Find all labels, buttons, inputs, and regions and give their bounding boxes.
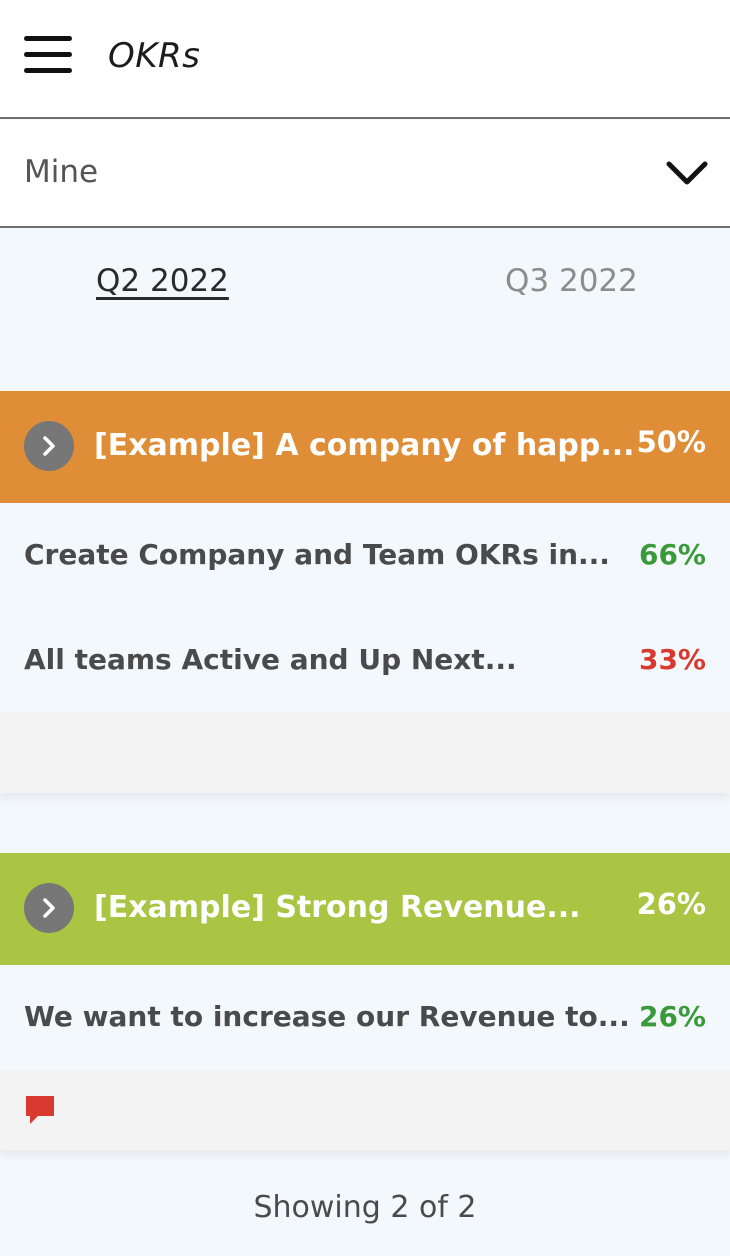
- chevron-right-icon: [43, 898, 55, 918]
- results-count: Showing 2 of 2: [253, 1190, 477, 1225]
- quarter-tabs: Q2 2022 Q3 2022: [0, 229, 730, 339]
- objective-progress: 26%: [636, 887, 706, 921]
- filter-selected-value: Mine: [24, 154, 99, 190]
- objective-title: [Example] Strong Revenue...: [94, 890, 581, 925]
- tab-q2-2022[interactable]: Q2 2022: [96, 263, 229, 299]
- key-result-progress: 33%: [638, 643, 706, 676]
- expand-toggle-button[interactable]: [24, 883, 74, 933]
- key-result-progress: 66%: [638, 538, 706, 571]
- key-result-row[interactable]: Create Company and Team OKRs in... 66%: [0, 503, 730, 608]
- page-title: OKRs: [108, 36, 201, 76]
- expand-toggle-button[interactable]: [24, 421, 74, 471]
- chevron-right-icon: [43, 436, 55, 456]
- key-result-title: We want to increase our Revenue to...: [24, 1000, 630, 1033]
- comment-icon[interactable]: [24, 1094, 56, 1126]
- objective-row[interactable]: [Example] Strong Revenue... 26%: [0, 853, 730, 965]
- key-result-title: All teams Active and Up Next...: [24, 643, 517, 676]
- objective-row[interactable]: [Example] A company of happ... 50%: [0, 391, 730, 503]
- app-header: OKRs: [0, 0, 730, 119]
- hamburger-menu-icon[interactable]: [24, 36, 72, 76]
- owner-filter-dropdown[interactable]: Mine: [0, 120, 730, 228]
- objective-title: [Example] A company of happ...: [94, 428, 635, 463]
- tab-q3-2022[interactable]: Q3 2022: [505, 263, 638, 299]
- chevron-down-icon[interactable]: [664, 158, 710, 188]
- key-result-title: Create Company and Team OKRs in...: [24, 538, 610, 571]
- objective-footer: [0, 713, 730, 793]
- objective-progress: 50%: [636, 425, 706, 459]
- key-result-progress: 26%: [638, 1000, 706, 1033]
- key-result-row[interactable]: All teams Active and Up Next... 33%: [0, 608, 730, 713]
- objective-footer: [0, 1070, 730, 1150]
- key-result-row[interactable]: We want to increase our Revenue to... 26…: [0, 965, 730, 1070]
